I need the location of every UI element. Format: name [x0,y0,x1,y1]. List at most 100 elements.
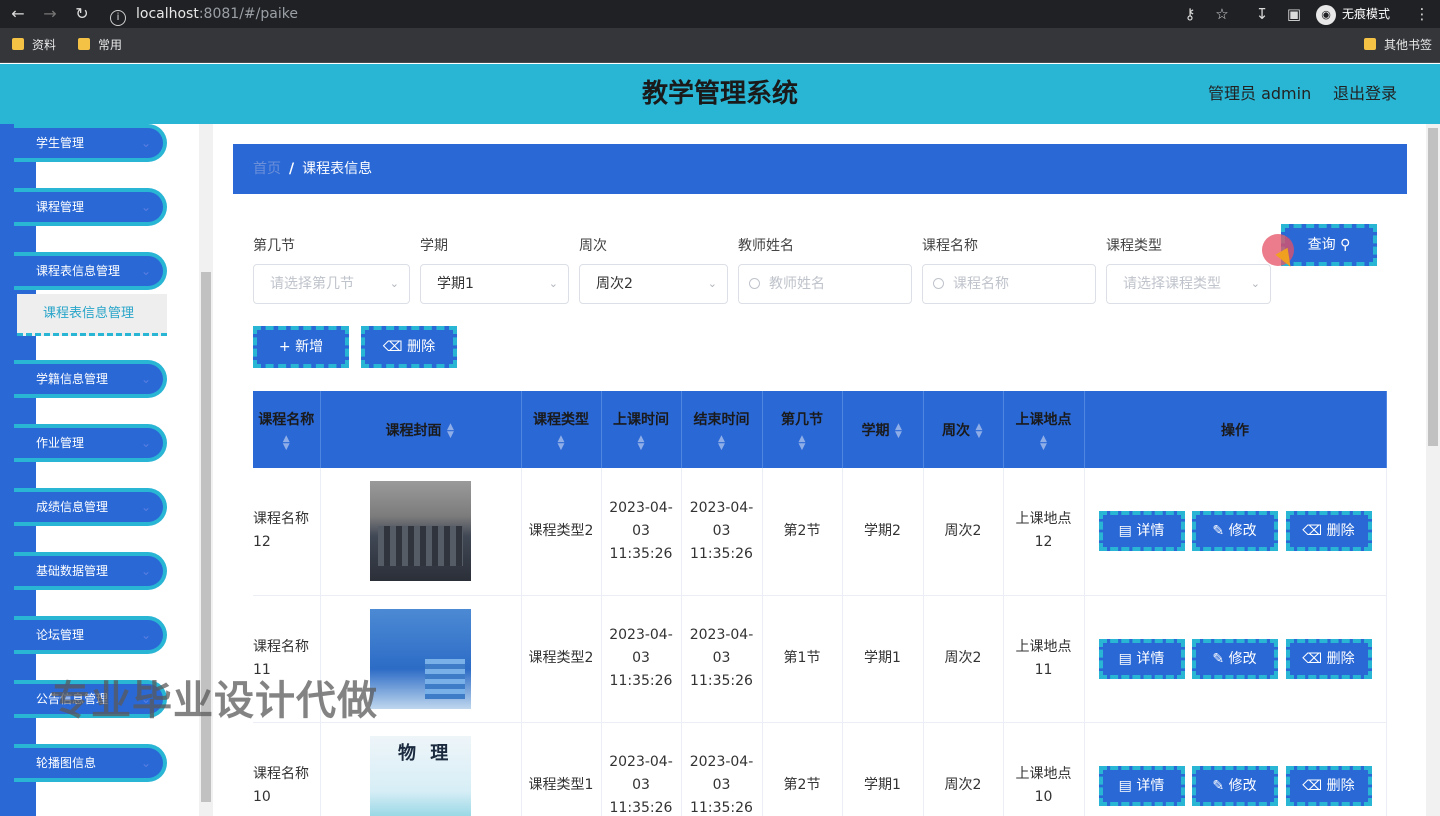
main-scrollbar[interactable] [1426,124,1440,816]
sidebar-item-carousel[interactable]: 轮播图信息 ⌄ [14,744,167,782]
site-info-icon[interactable]: i [110,10,126,26]
bookmark-folder-docs[interactable]: 资料 [12,36,56,54]
row-delete-button[interactable]: ⌫ 删除 [1285,511,1372,552]
teacher-name-input[interactable]: 教师姓名 [738,264,912,304]
col-header-term[interactable]: 学期 ▲ ▼ [842,391,924,468]
add-button[interactable]: + 新增 [253,326,349,368]
sort-icon[interactable]: ▲ ▼ [717,434,727,451]
cell-actions: ▤ 详情 ✎ 修改 ⌫ 删除 [1084,468,1387,596]
chevron-down-icon: ⌄ [140,136,151,150]
main-scroll-thumb[interactable] [1428,128,1438,446]
cell-name: 课程名称10 [253,722,321,816]
back-arrow-icon[interactable]: ← [8,4,28,24]
query-button[interactable]: 查询 ⚲ [1281,224,1377,266]
cell-section: 第2节 [762,722,843,816]
delete-button[interactable]: ⌫ 删除 [361,326,457,368]
detail-button[interactable]: ▤ 详情 [1098,511,1185,552]
filter-label-type: 课程类型 [1106,238,1162,254]
trash-icon: ⌫ [382,339,403,355]
edit-button[interactable]: ✎ 修改 [1191,638,1278,679]
bookmark-folder-common[interactable]: 常用 [78,36,122,54]
cell-week: 周次2 [923,468,1004,596]
forward-arrow-icon[interactable]: → [40,4,60,24]
chevron-down-icon: ⌄ [140,200,151,214]
cell-start: 2023-04-03 11:35:26 [601,468,682,596]
table-row: 课程名称11 课程类型2 2023-04-03 11:35:26 2023-04… [253,595,1387,723]
col-header-name[interactable]: 课程名称 ▲ ▼ [253,391,321,468]
detail-button[interactable]: ▤ 详情 [1098,765,1185,806]
term-select[interactable]: 学期1 ⌄ [420,264,569,304]
sidebar-item-schedule[interactable]: 课程表信息管理 ⌄ [14,252,167,290]
sort-icon[interactable]: ▲ ▼ [556,434,566,451]
col-header-week[interactable]: 周次 ▲ ▼ [923,391,1004,468]
incognito-icon: ◉ [1316,4,1336,25]
sort-icon[interactable]: ▲ ▼ [797,434,807,451]
bookmarks-bar [0,28,1440,63]
sort-icon[interactable]: ▲ ▼ [974,422,984,439]
week-select[interactable]: 周次2 ⌄ [579,264,728,304]
detail-button[interactable]: ▤ 详情 [1098,638,1185,679]
row-delete-button[interactable]: ⌫ 删除 [1285,638,1372,679]
course-name-input[interactable]: 课程名称 [922,264,1096,304]
breadcrumb-current: 课程表信息 [302,161,373,177]
breadcrumb-home[interactable]: 首页 [253,161,281,177]
sidebar-item-forum[interactable]: 论坛管理 ⌄ [14,616,167,654]
address-bar[interactable]: i localhost:8081/#/paike [110,2,1250,26]
col-header-end[interactable]: 结束时间 ▲ ▼ [681,391,763,468]
key-icon[interactable]: ⚷ [1180,4,1200,24]
sidebar-item-homework[interactable]: 作业管理 ⌄ [14,424,167,462]
sort-icon[interactable]: ▲ ▼ [281,434,291,451]
sidebar-item-basedata[interactable]: 基础数据管理 ⌄ [14,552,167,590]
download-icon[interactable]: ↧ [1252,4,1272,24]
table-header-row: 课程名称 ▲ ▼ 课程封面 ▲ ▼ 课程类型 ▲ ▼ 上课时间 ▲ ▼ 结束时间 ▲ ▼ 第几节 ▲ ▼… [253,391,1387,468]
course-type-select[interactable]: 请选择课程类型 ⌄ [1106,264,1271,304]
edit-button[interactable]: ✎ 修改 [1191,765,1278,806]
document-icon: ▤ [1118,523,1132,540]
sort-icon[interactable]: ▲ ▼ [894,422,904,439]
cover-image-network[interactable] [370,608,471,709]
cover-image-physics[interactable]: 物 理 [370,735,471,816]
col-header-type[interactable]: 课程类型 ▲ ▼ [521,391,602,468]
cell-section: 第1节 [762,595,843,723]
col-header-start[interactable]: 上课时间 ▲ ▼ [601,391,682,468]
sidebar-item-grades[interactable]: 成绩信息管理 ⌄ [14,488,167,526]
more-menu-icon[interactable]: ⋮ [1412,4,1432,24]
col-header-place[interactable]: 上课地点 ▲ ▼ [1003,391,1085,468]
bookmark-folder-other[interactable]: 其他书签 [1364,36,1432,54]
sidebar-item-course[interactable]: 课程管理 ⌄ [14,188,167,226]
table-row: 课程名称12 课程类型2 2023-04-03 11:35:26 2023-04… [253,468,1387,596]
chevron-down-icon: ⌄ [140,756,151,770]
star-icon[interactable]: ☆ [1212,4,1232,24]
pencil-icon: ✎ [1212,777,1225,794]
sidebar-item-enrollment[interactable]: 学籍信息管理 ⌄ [14,360,167,398]
search-icon [933,278,944,289]
sort-icon[interactable]: ▲ ▼ [446,422,456,439]
reload-icon[interactable]: ↻ [72,4,92,24]
sort-icon[interactable]: ▲ ▼ [636,434,646,451]
breadcrumb: 首页 / 课程表信息 [233,144,1407,194]
sidebar-item-student[interactable]: 学生管理 ⌄ [14,124,167,162]
sort-icon[interactable]: ▲ ▼ [1039,434,1049,451]
col-header-cover[interactable]: 课程封面 ▲ ▼ [320,391,522,468]
cell-section: 第2节 [762,468,843,596]
cell-term: 学期1 [842,722,924,816]
cell-week: 周次2 [923,595,1004,723]
sidebar-subitem-schedule[interactable]: 课程表信息管理 [17,294,167,336]
row-delete-button[interactable]: ⌫ 删除 [1285,765,1372,806]
cell-start: 2023-04-03 11:35:26 [601,595,682,723]
cover-image-classroom[interactable] [370,481,471,582]
logout-link[interactable]: 退出登录 [1333,64,1397,124]
cell-end: 2023-04-03 11:35:26 [681,595,763,723]
chevron-down-icon: ⌄ [140,264,151,278]
chevron-down-icon: ⌄ [140,564,151,578]
chevron-down-icon: ⌄ [140,372,151,386]
filter-label-section: 第几节 [253,238,295,254]
incognito-label: 无痕模式 [1342,7,1391,21]
cell-type: 课程类型2 [521,595,602,723]
sidepanel-icon[interactable]: ▣ [1284,4,1304,24]
col-header-section[interactable]: 第几节 ▲ ▼ [762,391,843,468]
section-select[interactable]: 请选择第几节 ⌄ [253,264,410,304]
col-header-actions: 操作 [1084,391,1387,468]
edit-button[interactable]: ✎ 修改 [1191,511,1278,552]
incognito-indicator[interactable]: ◉ 无痕模式 [1316,3,1390,25]
